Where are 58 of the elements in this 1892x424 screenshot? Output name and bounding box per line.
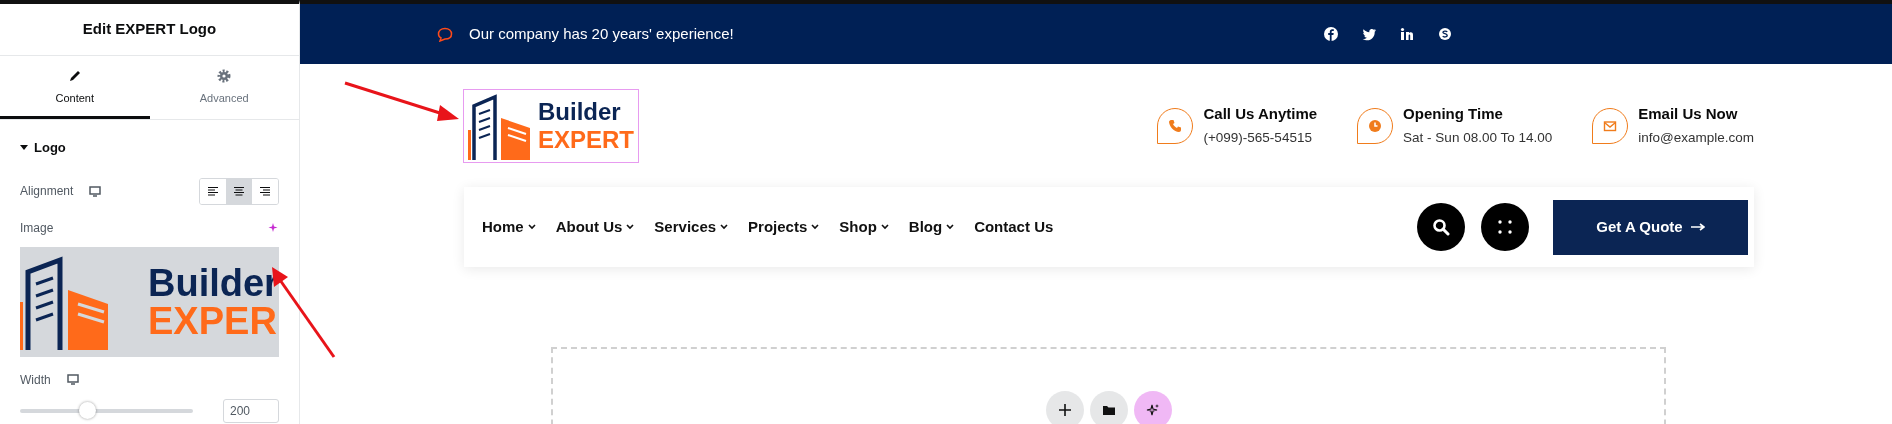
folder-icon [1101, 403, 1116, 417]
section-toggle[interactable]: Logo [20, 138, 66, 158]
align-center-icon [233, 186, 245, 196]
panel-tab[interactable]: Content [0, 55, 150, 119]
clock-icon [1368, 118, 1383, 133]
site-logo[interactable]: Builder EXPERT [464, 89, 639, 162]
contact-title: Opening Time [1403, 104, 1504, 125]
linkedin-icon[interactable] [1400, 27, 1414, 41]
skype-icon[interactable] [1438, 27, 1452, 41]
topbar-message: Our company has 20 years' experience! [469, 23, 734, 44]
nav-link[interactable]: Contact Us [974, 215, 1054, 239]
contact-detail: (+099)-565-54515 [1203, 128, 1313, 147]
logo-text: EXPERT [538, 127, 635, 152]
align-right-icon [259, 186, 271, 196]
sparkle-icon [1145, 403, 1160, 417]
caret-icon [20, 144, 28, 151]
dots-grid-icon [1498, 220, 1512, 234]
search-button[interactable] [1417, 203, 1465, 251]
nav-link[interactable]: Services [654, 215, 729, 239]
phone-icon [1168, 118, 1183, 133]
contact-title: Email Us Now [1638, 104, 1739, 125]
width-input[interactable]: 200 [223, 398, 279, 423]
field-label: Width [20, 371, 51, 389]
add-section-button[interactable] [1045, 391, 1084, 424]
logo-text: Builder [538, 99, 622, 124]
template-button[interactable] [1089, 391, 1128, 424]
chat-bubble-icon [437, 26, 453, 42]
slider-thumb[interactable] [79, 401, 97, 419]
facebook-icon[interactable] [1324, 27, 1338, 41]
ai-button[interactable] [1133, 391, 1172, 424]
nav-link[interactable]: Blog [908, 215, 955, 239]
panel-title: Edit EXPERT Logo [0, 4, 299, 56]
image-preview[interactable]: Builder EXPER [20, 246, 279, 357]
field-label: Alignment [20, 183, 74, 200]
monitor-icon [89, 185, 102, 197]
nav-link[interactable]: Projects [748, 215, 820, 239]
logo-text: Builder [148, 263, 279, 302]
logo-text: EXPER [148, 301, 278, 340]
search-icon [1432, 218, 1450, 236]
twitter-icon[interactable] [1362, 27, 1376, 41]
nav-link[interactable]: Shop [839, 215, 889, 239]
sparkle-icon[interactable] [268, 222, 279, 233]
align-left-icon [207, 186, 219, 196]
contact-title: Call Us Anytime [1203, 104, 1318, 125]
contact-detail: info@example.com [1638, 128, 1754, 147]
contact-detail: Sat - Sun 08.00 To 14.00 [1403, 128, 1553, 147]
align-option[interactable] [226, 178, 252, 204]
nav-link[interactable]: Home [482, 215, 536, 239]
nav-link[interactable]: About Us [555, 215, 635, 239]
monitor-icon [66, 374, 79, 385]
field-label: Image [20, 219, 54, 237]
quote-button[interactable]: Get A Quote [1553, 199, 1748, 255]
plus-icon [1057, 403, 1072, 417]
panel-tab[interactable]: Advanced [149, 55, 299, 119]
arrow-right-icon [1690, 223, 1705, 231]
gear-icon [216, 67, 233, 84]
menu-button[interactable] [1481, 203, 1529, 251]
envelope-icon [1603, 118, 1618, 133]
